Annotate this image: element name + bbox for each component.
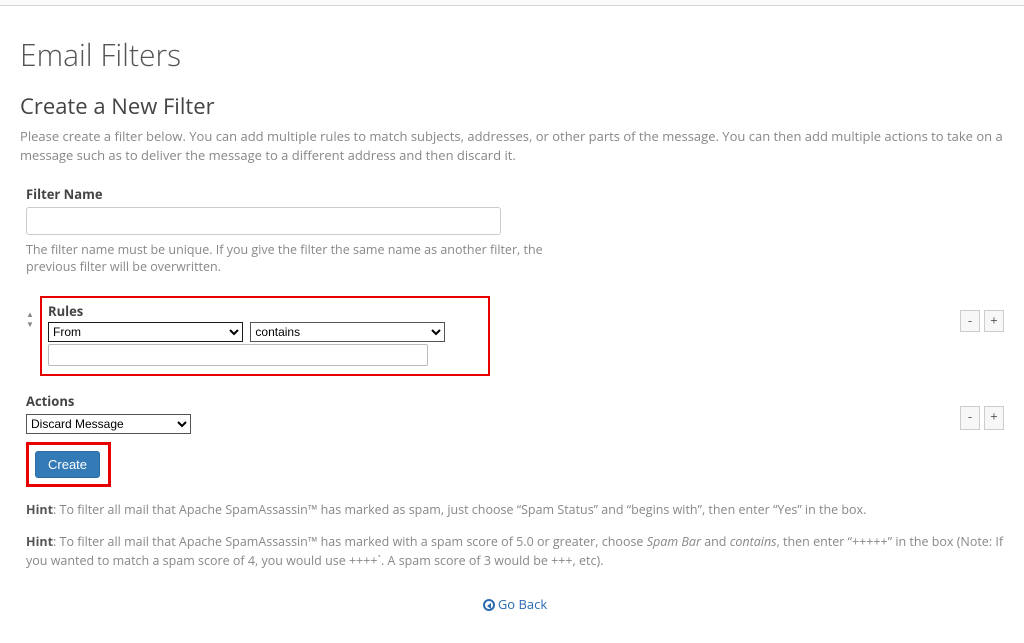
action-add-button[interactable]: + xyxy=(984,406,1004,430)
page-title: Email Filters xyxy=(20,34,1004,75)
rule-part-select[interactable]: From xyxy=(48,322,243,342)
arrow-down-icon[interactable]: ▼ xyxy=(26,320,40,330)
filter-name-input[interactable] xyxy=(26,207,501,235)
create-highlight-box: Create xyxy=(26,442,111,487)
action-remove-button[interactable]: - xyxy=(960,406,980,430)
section-title: Create a New Filter xyxy=(20,91,1004,121)
rule-add-button[interactable]: + xyxy=(984,310,1004,332)
page-body: Email Filters Create a New Filter Please… xyxy=(0,6,1024,643)
filter-name-label: Filter Name xyxy=(26,185,1004,203)
rule-reorder-arrows[interactable]: ▲ ▼ xyxy=(26,310,40,330)
rule-remove-button[interactable]: - xyxy=(960,310,980,332)
rule-match-select[interactable]: contains xyxy=(250,322,445,342)
go-back-link[interactable]: Go Back xyxy=(483,595,547,613)
hint-2: Hint: To filter all mail that Apache Spa… xyxy=(26,533,1004,571)
rule-value-input[interactable] xyxy=(48,344,428,366)
create-button[interactable]: Create xyxy=(35,451,100,478)
action-add-remove-group: - + xyxy=(960,406,1004,430)
intro-text: Please create a filter below. You can ad… xyxy=(20,127,1004,165)
hint-1: Hint: To filter all mail that Apache Spa… xyxy=(26,501,1004,520)
action-select[interactable]: Discard Message xyxy=(26,414,191,434)
rules-label: Rules xyxy=(48,302,482,320)
go-back-row: Go Back xyxy=(26,595,1004,613)
go-back-icon xyxy=(483,599,495,611)
rules-highlight-box: Rules From contains xyxy=(40,296,490,376)
actions-label: Actions xyxy=(26,392,960,410)
rule-add-remove-group: - + xyxy=(960,310,1004,332)
filter-name-help: The filter name must be unique. If you g… xyxy=(26,241,586,276)
